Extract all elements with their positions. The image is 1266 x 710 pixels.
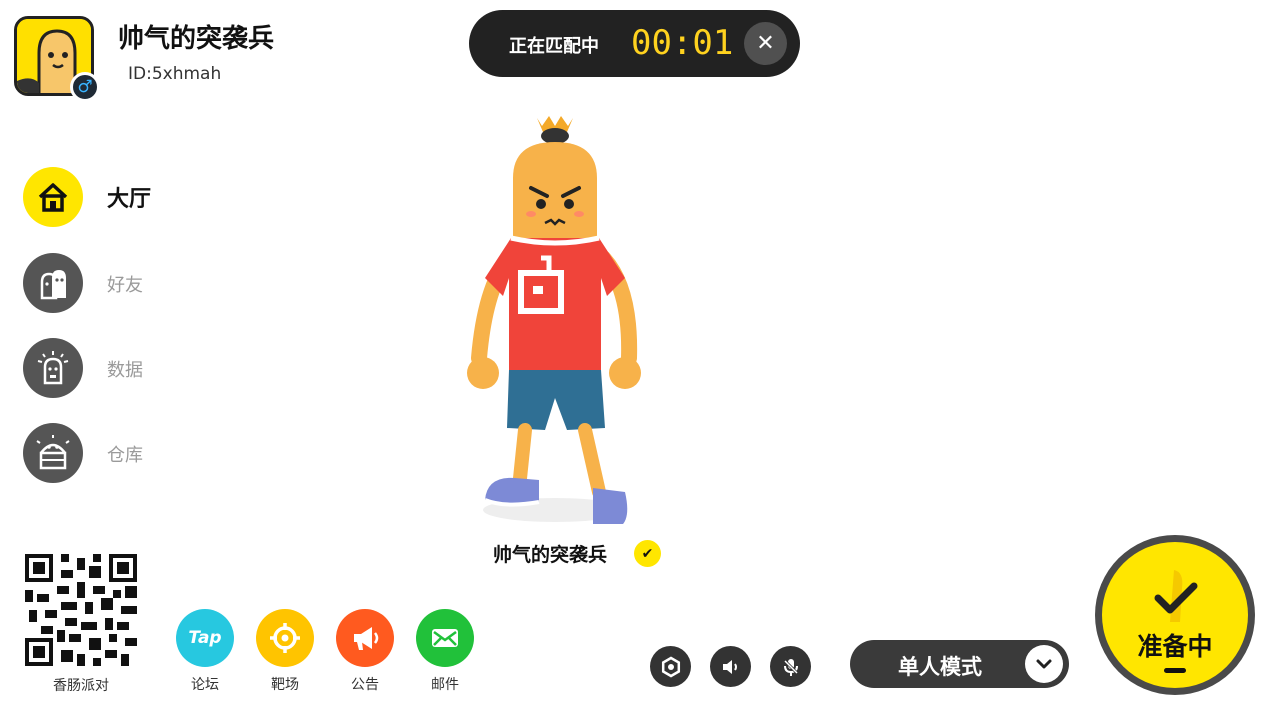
sidebar-item-label: 大厅	[107, 187, 152, 212]
qr-label: 香肠派对	[53, 678, 109, 694]
close-icon: ✕	[756, 31, 775, 56]
microphone-button[interactable]	[770, 646, 811, 687]
friends-icon	[23, 253, 83, 313]
chevron-down-icon	[1025, 645, 1063, 683]
settings-icon	[661, 656, 680, 677]
stats-icon	[23, 338, 83, 398]
sidebar-item-friends[interactable]: 好友	[23, 253, 223, 313]
character-name: 帅气的突袭兵	[493, 544, 608, 566]
warehouse-icon	[23, 423, 83, 483]
character-model[interactable]	[455, 108, 655, 538]
sidebar-item-label: 数据	[107, 360, 143, 381]
sidebar-item-warehouse[interactable]: 仓库	[23, 423, 223, 483]
speaker-button[interactable]	[710, 646, 751, 687]
matching-status-bar: 正在匹配中 00:01 ✕	[469, 10, 800, 77]
tap-icon: Tap	[188, 628, 222, 648]
player-name: 帅气的突袭兵	[118, 24, 275, 54]
matching-timer: 00:01	[631, 23, 734, 63]
game-lobby-screen: ♂ 帅气的突袭兵 ID:5xhmah 正在匹配中 00:01 ✕ 大厅 好友 数…	[0, 0, 1266, 710]
mail-label: 邮件	[431, 677, 459, 693]
selected-check-icon: ✔	[634, 540, 661, 567]
shooting-range-button[interactable]	[256, 609, 314, 667]
announcement-button[interactable]	[336, 609, 394, 667]
forum-button[interactable]: Tap	[176, 609, 234, 667]
gender-male-icon: ♂	[70, 72, 100, 102]
target-icon	[270, 623, 300, 653]
microphone-icon	[782, 658, 799, 676]
ready-label: 准备中	[1137, 632, 1213, 661]
sidebar-item-stats[interactable]: 数据	[23, 338, 223, 398]
matching-label: 正在匹配中	[509, 36, 599, 57]
home-icon	[23, 167, 83, 227]
player-id: ID:5xhmah	[128, 64, 222, 84]
game-mode-label: 单人模式	[898, 655, 982, 679]
ready-button-face: 准备中	[1102, 542, 1248, 688]
cancel-matching-button[interactable]: ✕	[744, 22, 787, 65]
settings-button[interactable]	[650, 646, 691, 687]
speaker-icon	[722, 659, 737, 674]
ready-check-icon	[1154, 570, 1198, 622]
ready-button[interactable]: 准备中	[1095, 535, 1255, 695]
sidebar-item-lobby[interactable]: 大厅	[23, 167, 223, 227]
shooting-range-label: 靶场	[271, 677, 299, 693]
megaphone-icon	[354, 627, 379, 650]
forum-label: 论坛	[191, 677, 219, 693]
ready-indicator	[1164, 668, 1186, 673]
sidebar-item-label: 好友	[107, 275, 143, 296]
mail-button[interactable]	[416, 609, 474, 667]
qr-code	[25, 554, 137, 666]
sidebar-item-label: 仓库	[107, 445, 143, 466]
announcement-label: 公告	[351, 677, 379, 693]
mail-icon	[432, 629, 458, 647]
game-mode-select[interactable]: 单人模式	[850, 640, 1069, 688]
